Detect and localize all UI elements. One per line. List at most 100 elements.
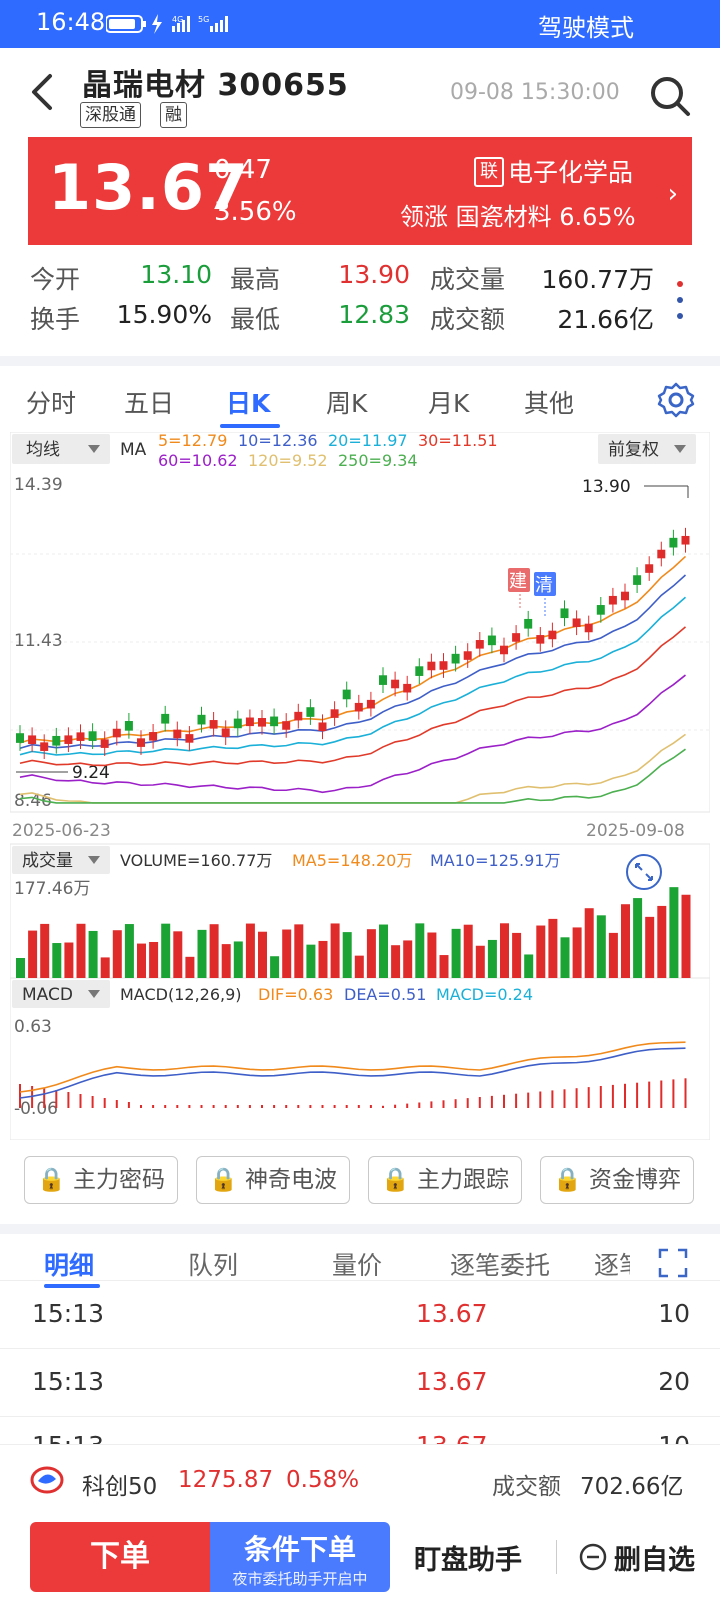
tab-queue[interactable]: 队列 xyxy=(188,1246,238,1282)
high-label: 最高 xyxy=(230,265,281,294)
macd-bar xyxy=(515,1093,518,1108)
volume-bar xyxy=(52,943,62,978)
table-row: 15:13 13.67 10 xyxy=(0,1280,720,1349)
tab-monthly-k[interactable]: 月K xyxy=(428,384,469,420)
linked-badge: 联 xyxy=(474,157,504,187)
tag-margin: 融 xyxy=(160,102,187,128)
watch-assistant-button[interactable]: 盯盘助手 xyxy=(414,1538,522,1577)
macd-bar xyxy=(418,1102,421,1108)
macd-params: MACD(12,26,9) xyxy=(120,985,242,1004)
index-change-pct: 0.58% xyxy=(286,1467,360,1493)
badge-clear: 清 xyxy=(535,575,553,596)
tab-five-day[interactable]: 五日 xyxy=(124,384,174,420)
industry-name: 电子化学品 xyxy=(508,158,634,187)
lock-button-main-tracking[interactable]: 🔒 主力跟踪 xyxy=(368,1156,522,1204)
ma10-value: 10=12.36 xyxy=(238,432,318,450)
amount-label: 成交额 xyxy=(430,305,506,334)
kline-chart[interactable]: 均线 MA 5=12.79 10=12.36 20=11.97 30=11.51… xyxy=(9,431,711,1141)
macd-bar xyxy=(127,1102,130,1108)
candle-body xyxy=(197,714,206,725)
index-ticker-bar[interactable]: 科创50 1275.87 0.58% 成交额 702.66亿 xyxy=(0,1444,720,1517)
macd-bar xyxy=(176,1105,179,1108)
candle-body xyxy=(548,630,557,640)
lock-icon: 🔒 xyxy=(381,1167,410,1193)
candle-body xyxy=(354,702,363,712)
macd-bar xyxy=(285,1105,288,1108)
tab-daily-k[interactable]: 日K xyxy=(226,384,270,420)
macd-bar xyxy=(575,1088,578,1108)
lock-icon: 🔒 xyxy=(209,1167,238,1193)
gear-icon[interactable] xyxy=(656,380,696,420)
candle-body xyxy=(137,738,145,747)
volume-bar xyxy=(475,945,485,978)
volume-bar xyxy=(487,939,497,978)
volume-bar xyxy=(415,923,425,978)
index-amount: 702.66亿 xyxy=(580,1474,684,1500)
volume-bar xyxy=(282,929,292,978)
volume-bar xyxy=(209,924,219,978)
candle-body xyxy=(88,731,97,741)
ma5-value: 5=12.79 xyxy=(158,432,227,450)
volume-bar xyxy=(270,956,280,978)
volume-bar xyxy=(596,915,606,978)
macd-bar xyxy=(369,1105,372,1108)
tab-weekly-k[interactable]: 周K xyxy=(326,384,367,420)
tab-other[interactable]: 其他 xyxy=(524,384,574,420)
back-arrow-icon[interactable] xyxy=(24,72,64,112)
remove-favorite-button[interactable]: 删自选 xyxy=(614,1538,695,1577)
volume-bar xyxy=(149,941,159,978)
volume-bar xyxy=(197,929,207,978)
candle-body xyxy=(28,735,37,744)
volume-label: 成交量 xyxy=(430,265,506,294)
macd-bar xyxy=(115,1100,118,1108)
candle-body xyxy=(52,735,61,746)
tab-trade-by-trade[interactable]: 逐笔 xyxy=(594,1246,630,1282)
tab-order-by-order[interactable]: 逐笔委托 xyxy=(450,1246,550,1282)
lock-button-main-code[interactable]: 🔒 主力密码 xyxy=(24,1156,178,1204)
volume-current: VOLUME=160.77万 xyxy=(120,851,272,870)
volume-bar xyxy=(451,928,461,978)
tab-intraday[interactable]: 分时 xyxy=(26,384,76,420)
price-panel[interactable]: 13.67 0.47 3.56% 联 电子化学品 领涨 国瓷材料 6.65% › xyxy=(28,137,692,245)
lock-button-magic-wave[interactable]: 🔒 神奇电波 xyxy=(196,1156,350,1204)
volume-bar xyxy=(500,923,509,978)
table-row: 15:13 13.67 10 xyxy=(0,1416,720,1445)
macd-bar xyxy=(611,1084,614,1108)
turnover-label: 换手 xyxy=(30,305,81,334)
lock-button-capital-game[interactable]: 🔒 资金博弈 xyxy=(540,1156,694,1204)
more-vertical-icon[interactable] xyxy=(672,276,688,326)
volume-bar xyxy=(391,945,401,978)
status-icons: 4G 5G xyxy=(106,14,228,34)
amount-value: 21.66亿 xyxy=(557,305,654,334)
expand-icon[interactable] xyxy=(658,1248,688,1278)
tab-details[interactable]: 明细 xyxy=(44,1246,94,1282)
candle-body xyxy=(512,633,521,642)
macd-bar xyxy=(406,1103,409,1108)
macd-bar xyxy=(636,1082,639,1108)
volume-bar xyxy=(560,937,570,978)
volume-bar xyxy=(354,955,364,978)
place-order-button[interactable]: 下单 xyxy=(30,1522,210,1592)
ma120-value: 120=9.52 xyxy=(248,451,328,470)
kline-chart-area[interactable]: 均线 MA 5=12.79 10=12.36 20=11.97 30=11.51… xyxy=(9,431,711,1141)
volume-bar xyxy=(64,942,74,978)
macd-bar xyxy=(79,1094,82,1108)
volume-y-top: 177.46万 xyxy=(14,879,90,899)
candle-body xyxy=(185,734,194,743)
volume-bar xyxy=(40,923,50,978)
macd-bar xyxy=(357,1105,360,1108)
conditional-order-button[interactable]: 条件下单 夜市委托助手开启中 xyxy=(210,1522,390,1592)
max-price-marker: 13.90 xyxy=(582,477,631,497)
volume-bar xyxy=(524,954,534,978)
volume-bar xyxy=(548,918,558,978)
macd-bar xyxy=(164,1105,167,1108)
driving-mode[interactable]: 驾驶模式 xyxy=(538,8,634,43)
trade-time: 15:13 xyxy=(32,1367,105,1396)
search-icon[interactable] xyxy=(648,74,692,118)
tab-volume-price[interactable]: 量价 xyxy=(332,1246,382,1282)
candle-body xyxy=(427,661,436,671)
candle-body xyxy=(524,618,533,629)
macd-bar xyxy=(43,1088,46,1108)
macd-bar xyxy=(442,1100,445,1108)
macd-bar xyxy=(551,1090,554,1108)
